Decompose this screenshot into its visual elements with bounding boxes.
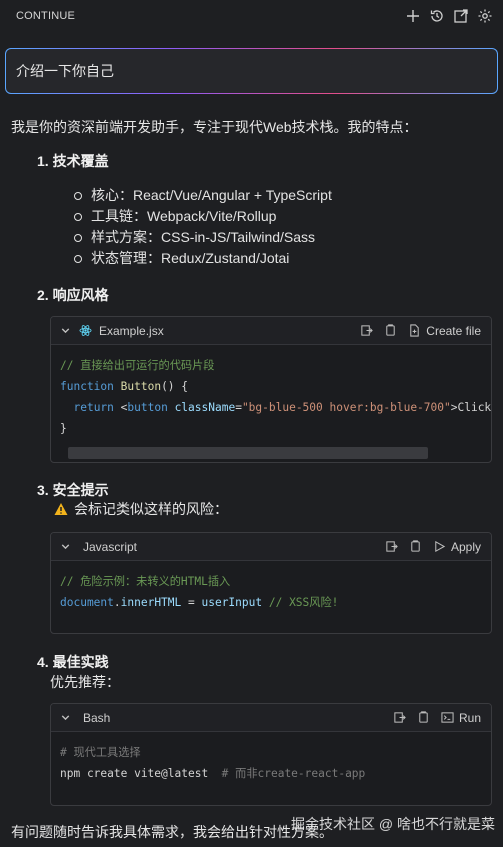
user-prompt-text: 介绍一下你自己 <box>6 49 497 93</box>
code-line: } <box>60 422 67 435</box>
code-line: document.innerHTML = userInput // XSS风险! <box>60 596 339 609</box>
list-item: 核心：React/Vue/Angular + TypeScript <box>74 185 332 206</box>
code-line: npm create vite@latest # 而非create-react-… <box>60 767 366 780</box>
copy-icon[interactable] <box>384 324 397 337</box>
code-line: # 现代工具选择 <box>60 746 141 759</box>
create-file-button[interactable]: Create file <box>408 324 481 338</box>
top-bar: CONTINUE <box>0 0 503 32</box>
insert-icon[interactable] <box>360 324 374 337</box>
insert-icon[interactable] <box>393 711 406 724</box>
answer-intro: 我是你的资深前端开发助手，专注于现代Web技术栈。我的特点： <box>11 119 418 135</box>
recommend-text: 优先推荐： <box>50 674 120 690</box>
insert-icon[interactable] <box>385 540 398 553</box>
open-external-icon[interactable] <box>453 8 469 24</box>
section-title: 3. 安全提示 <box>37 482 109 498</box>
chevron-down-icon[interactable] <box>59 711 72 724</box>
warning-line: 会标记类似这样的风险： <box>54 499 228 519</box>
section-title: 2. 响应风格 <box>37 287 109 303</box>
list-item: 状态管理：Redux/Zustand/Jotai <box>74 248 332 269</box>
horizontal-scrollbar[interactable] <box>68 447 428 459</box>
warning-icon <box>54 502 68 516</box>
top-bar-actions <box>405 8 493 24</box>
code-block: Javascript Apply // 危险示例：未转义的HTML插入 docu… <box>50 532 492 634</box>
run-label: Run <box>458 710 481 725</box>
list-item: 样式方案：CSS-in-JS/Tailwind/Sass <box>74 227 332 248</box>
run-button[interactable]: Run <box>441 711 481 725</box>
copy-icon[interactable] <box>409 540 422 553</box>
apply-label: Apply <box>450 539 481 554</box>
watermark-text: 掘金技术社区 @ 啥也不行就是菜 <box>291 816 495 832</box>
code-block-header: Example.jsx Create file <box>51 317 491 345</box>
code-filename: Example.jsx <box>99 323 164 338</box>
apply-button[interactable]: Apply <box>433 540 481 554</box>
list-item: 工具链：Webpack/Vite/Rollup <box>74 206 332 227</box>
chevron-down-icon[interactable] <box>59 540 72 553</box>
file-plus-icon <box>408 324 421 337</box>
code-content[interactable]: // 危险示例：未转义的HTML插入 document.innerHTML = … <box>51 561 491 623</box>
gear-icon[interactable] <box>477 8 493 24</box>
history-icon[interactable] <box>429 8 445 24</box>
app-title: CONTINUE <box>16 10 76 22</box>
answer-outro: 有问题随时告诉我具体需求，我会给出针对性方案。 <box>11 824 333 840</box>
code-line: return <button className="bg-blue-500 ho… <box>73 401 492 414</box>
section-title: 4. 最佳实践 <box>37 654 109 670</box>
code-line: // 直接给出可运行的代码片段 <box>60 359 215 372</box>
terminal-icon <box>441 711 454 724</box>
code-content[interactable]: # 现代工具选择 npm create vite@latest # 而非crea… <box>51 732 491 794</box>
section-title: 1. 技术覆盖 <box>37 153 109 169</box>
create-file-label: Create file <box>426 323 481 338</box>
plus-icon[interactable] <box>405 8 421 24</box>
code-language: Bash <box>83 710 111 725</box>
code-line: // 危险示例：未转义的HTML插入 <box>60 575 231 588</box>
code-line: function Button() { <box>60 380 189 393</box>
chevron-down-icon[interactable] <box>59 324 72 337</box>
copy-icon[interactable] <box>417 711 430 724</box>
code-content[interactable]: // 直接给出可运行的代码片段 function Button() { retu… <box>51 345 491 449</box>
react-icon <box>79 324 92 337</box>
play-icon <box>433 540 446 553</box>
user-prompt-box[interactable]: 介绍一下你自己 <box>5 48 498 94</box>
code-language: Javascript <box>83 539 138 554</box>
code-block: Example.jsx Create file // 直接给出可运行的代码片段 … <box>50 316 492 463</box>
code-block: Bash Run # 现代工具选择 npm create vite@latest… <box>50 703 492 806</box>
bullet-list: 核心：React/Vue/Angular + TypeScript 工具链：We… <box>74 185 332 269</box>
code-block-header: Javascript Apply <box>51 533 491 561</box>
code-block-header: Bash Run <box>51 704 491 732</box>
warning-text: 会标记类似这样的风险： <box>74 501 228 517</box>
